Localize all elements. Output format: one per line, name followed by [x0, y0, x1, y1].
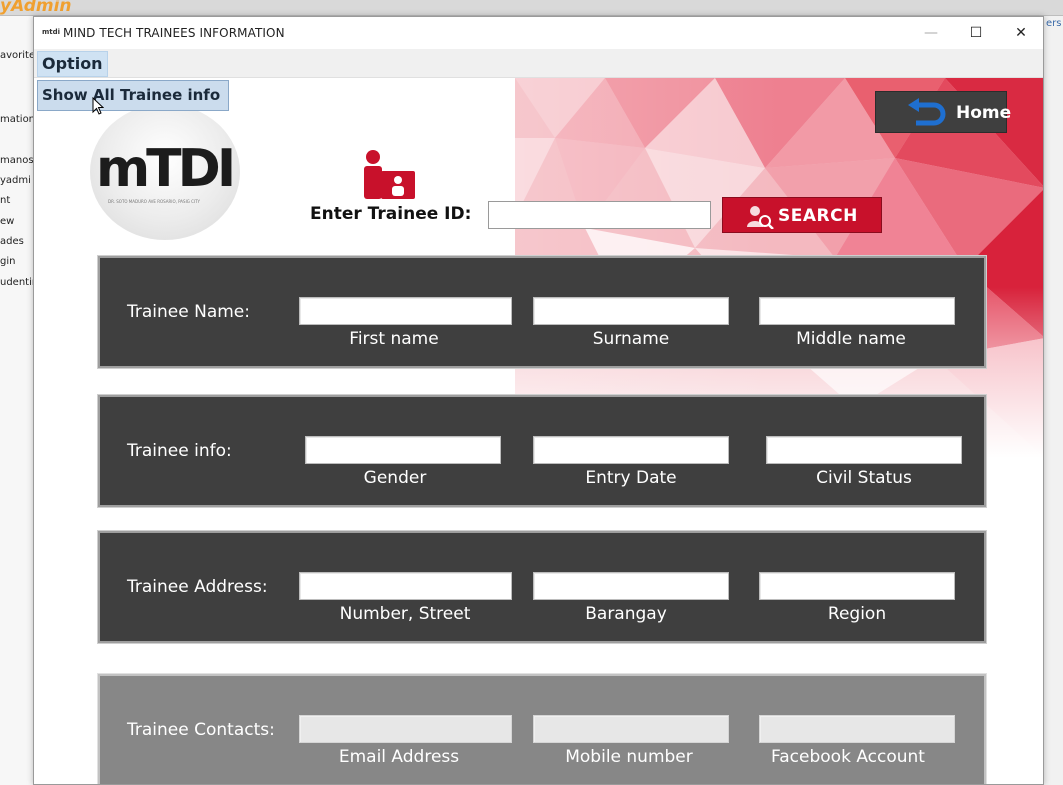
- street-field[interactable]: [299, 572, 512, 600]
- gender-caption: Gender: [363, 468, 427, 488]
- trainee-address-label: Trainee Address:: [127, 577, 268, 597]
- search-label: SEARCH: [778, 206, 858, 226]
- search-button[interactable]: SEARCH: [722, 197, 882, 233]
- background-sidebar-item[interactable]: gin: [0, 256, 34, 267]
- email-field[interactable]: [299, 715, 512, 743]
- trainee-address-panel: Trainee Address: Number, Street Barangay…: [97, 530, 987, 644]
- mobile-field[interactable]: [533, 715, 729, 743]
- background-sidebar-item[interactable]: udentin: [0, 277, 34, 288]
- trainee-id-label: Enter Trainee ID:: [310, 204, 472, 224]
- menu-bar: Option: [34, 49, 1043, 78]
- background-sidebar: avorite mation_ manos yadmi nt ew ades g…: [0, 16, 36, 785]
- first-name-caption: First name: [349, 329, 439, 349]
- surname-caption: Surname: [592, 329, 670, 349]
- entry-date-field[interactable]: [533, 436, 729, 464]
- trainee-id-input[interactable]: [488, 201, 711, 229]
- background-right-panel: [1043, 16, 1063, 785]
- background-sidebar-item[interactable]: avorite: [0, 50, 34, 61]
- background-sidebar-item[interactable]: ades: [0, 236, 34, 247]
- mobile-caption: Mobile number: [565, 747, 693, 767]
- middle-name-field[interactable]: [759, 297, 955, 325]
- minimize-button[interactable]: —: [908, 17, 954, 49]
- surname-field[interactable]: [533, 297, 729, 325]
- middle-name-caption: Middle name: [796, 329, 906, 349]
- show-all-trainee-menu-item[interactable]: Show All Trainee info: [37, 80, 229, 111]
- street-caption: Number, Street: [339, 604, 471, 624]
- background-sidebar-item[interactable]: yadmi: [0, 175, 34, 186]
- background-sidebar-item[interactable]: manos: [0, 155, 34, 166]
- background-sidebar-item[interactable]: mation_: [0, 114, 34, 125]
- mtdi-logo-letters: mTDI: [96, 139, 236, 199]
- background-sidebar-item[interactable]: nt: [0, 195, 34, 206]
- back-arrow-icon: [908, 98, 946, 126]
- trainee-info-label: Trainee info:: [127, 441, 232, 461]
- maximize-button[interactable]: ☐: [953, 17, 999, 49]
- trainee-name-label: Trainee Name:: [127, 302, 250, 322]
- trainee-person-icon: [364, 150, 415, 199]
- first-name-field[interactable]: [299, 297, 512, 325]
- mouse-cursor-icon: [92, 97, 104, 115]
- region-caption: Region: [827, 604, 887, 624]
- facebook-caption: Facebook Account: [771, 747, 925, 767]
- home-button[interactable]: Home: [875, 91, 1011, 133]
- gender-field[interactable]: [305, 436, 501, 464]
- entry-date-caption: Entry Date: [585, 468, 677, 488]
- mtdi-logo-subtext: DR. SOTO MADURO AVE ROSARIO, PASIG CITY: [108, 199, 200, 204]
- background-toolbar: [0, 0, 1063, 16]
- email-caption: Email Address: [338, 747, 460, 767]
- trainee-contacts-panel: Trainee Contacts: Email Address Mobile n…: [97, 673, 987, 784]
- title-bar[interactable]: mtdi MIND TECH TRAINEES INFORMATION — ☐ …: [34, 17, 1043, 49]
- background-right-text: ers: [1046, 18, 1062, 29]
- mtdi-logo: mTDI: [96, 139, 236, 199]
- civil-status-caption: Civil Status: [816, 468, 912, 488]
- background-sidebar-item[interactable]: ew: [0, 216, 34, 227]
- trainee-info-panel: Trainee info: Gender Entry Date Civil St…: [97, 394, 987, 508]
- main-content: Home mTDI DR. SOTO MADURO AVE ROSARIO, P…: [34, 78, 1043, 784]
- region-field[interactable]: [759, 572, 955, 600]
- civil-status-field[interactable]: [766, 436, 962, 464]
- close-button[interactable]: ✕: [998, 17, 1043, 49]
- barangay-field[interactable]: [533, 572, 729, 600]
- home-label: Home: [956, 103, 1012, 123]
- trainee-contacts-label: Trainee Contacts:: [127, 720, 275, 740]
- facebook-field[interactable]: [759, 715, 955, 743]
- trainee-info-window: mtdi MIND TECH TRAINEES INFORMATION — ☐ …: [33, 16, 1044, 785]
- window-title: MIND TECH TRAINEES INFORMATION: [63, 26, 285, 40]
- barangay-caption: Barangay: [585, 604, 667, 624]
- app-icon: mtdi: [42, 28, 61, 36]
- user-search-icon: [747, 206, 774, 229]
- trainee-name-panel: Trainee Name: First name Surname Middle …: [97, 255, 987, 369]
- menu-option[interactable]: Option: [37, 51, 108, 77]
- background-logo: yAdmin: [0, 0, 72, 16]
